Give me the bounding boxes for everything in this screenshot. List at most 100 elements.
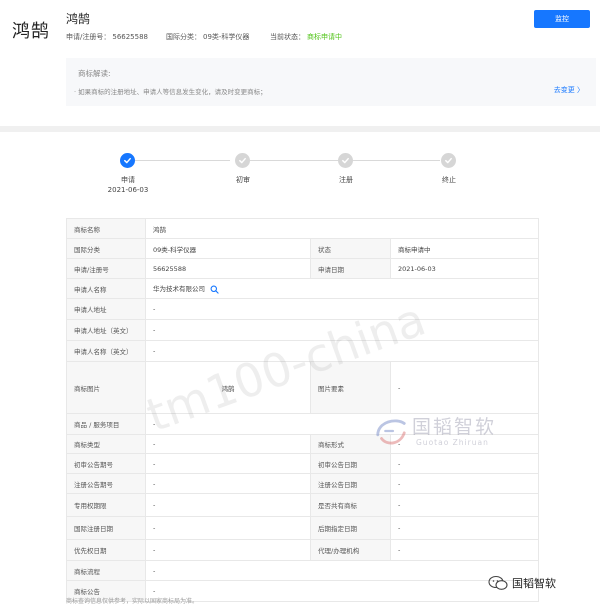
class-label: 国际分类： [166,33,201,41]
applicant-name-en-value-cell: - [144,340,540,362]
later-date-value-cell: - [389,516,540,540]
mark-form-label-cell: 商标形式 [310,434,391,454]
table-row: 专用权期限 - 是否共有商标 - [66,493,540,517]
status-label-cell: 状态 [310,238,391,259]
page-title: 鸿鹄 [66,12,91,26]
reg-no-value-cell: 56625588 [145,258,311,279]
applicant-addr-label-cell: 申请人地址 [66,298,146,320]
search-icon[interactable] [210,285,219,294]
wechat-icon [488,575,508,590]
step-terminate-label: 终止 [442,176,456,184]
applicant-name-en-label-cell: 申请人名称（英文） [66,340,146,362]
image-elements-label-cell: 图片要素 [310,361,391,414]
intl-reg-date-value-cell: - [145,516,311,540]
trademark-logo: 鸿鹄 [12,21,50,42]
step-connector [352,160,440,161]
class-value-cell: 09类-科学仪器 [145,238,311,259]
applicant-addr-en-value-cell: - [144,319,540,341]
priority-value-cell: - [145,539,311,561]
step-apply-label: 申请 [121,176,135,184]
process-label-cell: 商标流程 [66,560,146,581]
image-elements-value-cell: - [389,361,540,414]
agent-label-cell: 代理/办理机构 [310,539,391,561]
check-icon [239,157,246,164]
interpret-text: · 如果商标的注册地址、申请人等信息发生变化，请及时变更商标； [74,88,267,96]
apply-date-value-cell: 2021-06-03 [389,258,540,279]
table-row: 初审公告期号 - 初审公告日期 - [66,453,540,474]
step-register-label: 注册 [339,176,353,184]
step-connector [135,160,230,161]
mark-type-label-cell: 商标类型 [66,434,146,454]
step-prelim-label: 初审 [236,176,250,184]
mark-name-label: 商标名称 [66,218,146,239]
status-value: 商标申请中 [307,33,342,41]
prelim-no-label-cell: 初审公告期号 [66,453,146,474]
apply-date-label-cell: 申请日期 [310,258,391,279]
reg-no-label: 申请/注册号： [66,33,111,41]
table-row: 国际注册日期 - 后期指定日期 - [66,516,540,540]
step-prelim-dot [235,153,250,168]
shared-value-cell: - [389,493,540,517]
reg-pub-date-value-cell: - [389,473,540,494]
brand-badge-text: 国韬智软 [512,577,556,590]
trademark-detail-table: 商标名称 鸿鹄 国际分类 09类-科学仪器 状态 商标申请中 申请/注册号 56… [66,218,540,602]
mark-form-value-cell: - [389,434,540,454]
step-apply-date: 2021-06-03 [107,186,149,194]
check-icon [445,157,452,164]
prelim-date-label-cell: 初审公告日期 [310,453,391,474]
priority-label-cell: 优先权日期 [66,539,146,561]
prelim-date-value-cell: - [389,453,540,474]
table-row: 申请人名称 华为技术有限公司 [66,278,540,299]
step-apply-dot [120,153,135,168]
mark-image-label-cell: 商标图片 [66,361,146,414]
reg-pub-no-label-cell: 注册公告期号 [66,473,146,494]
reg-pub-date-label-cell: 注册公告日期 [310,473,391,494]
goods-label-cell: 商品 / 服务项目 [66,413,146,435]
table-row: 注册公告期号 - 注册公告日期 - [66,473,540,494]
applicant-name-link[interactable]: 华为技术有限公司 [153,285,205,293]
step-connector [250,160,338,161]
table-row: 申请人地址（英文） - [66,319,540,341]
table-row: 商标图片 鸿鹄 图片要素 - [66,361,540,414]
table-row: 申请人名称（英文） - [66,340,540,362]
header: 鸿鹄 鸿鹄 申请/注册号： 56625588 国际分类： 09类-科学仪器 当前状态… [0,0,600,118]
monitor-button[interactable]: 监控 [534,10,590,28]
section-divider [0,126,600,132]
shared-label-cell: 是否共有商标 [310,493,391,517]
change-link[interactable]: 去变更 〉 [554,85,584,95]
applicant-label-cell: 申请人名称 [66,278,146,299]
status-value-cell: 商标申请中 [389,238,540,259]
mark-name-value: 鸿鹄 [144,218,540,239]
notice-value-cell: - [144,580,540,602]
table-row: 国际分类 09类-科学仪器 状态 商标申请中 [66,238,540,259]
class-label-cell: 国际分类 [66,238,146,259]
check-icon [124,157,131,164]
prelim-no-value-cell: - [145,453,311,474]
applicant-value-cell: 华为技术有限公司 [144,278,540,299]
table-row: 申请人地址 - [66,298,540,320]
status-label: 当前状态： [270,33,305,41]
applicant-addr-en-label-cell: 申请人地址（英文） [66,319,146,341]
reg-no-label-cell: 申请/注册号 [66,258,146,279]
mark-image: 鸿鹄 [145,361,311,414]
table-row: 申请/注册号 56625588 申请日期 2021-06-03 [66,258,540,279]
intl-reg-date-label-cell: 国际注册日期 [66,516,146,540]
table-row: 商标流程 - [66,560,540,581]
table-row: 优先权日期 - 代理/办理机构 - [66,539,540,561]
applicant-addr-value-cell: - [144,298,540,320]
table-row: 商标类型 - 商标形式 - [66,434,540,454]
class-value: 09类-科学仪器 [203,33,250,41]
step-terminate-dot [441,153,456,168]
wechat-brand-badge: 国韬智软 [488,574,556,592]
reg-no-value: 56625588 [112,33,148,41]
reg-pub-no-value-cell: - [145,473,311,494]
exclusive-label-cell: 专用权期限 [66,493,146,517]
interpret-title: 商标解读: [78,69,111,78]
mark-type-value-cell: - [145,434,311,454]
goods-value-cell: - [144,413,540,435]
later-date-label-cell: 后期指定日期 [310,516,391,540]
check-icon [342,157,349,164]
table-row: 商品 / 服务项目 - [66,413,540,435]
footer-note: 商标查询信息仅供参考，实际以国家商标局为准。 [66,598,199,605]
interpret-box: 商标解读: · 如果商标的注册地址、申请人等信息发生变化，请及时变更商标； 去变… [66,58,596,106]
